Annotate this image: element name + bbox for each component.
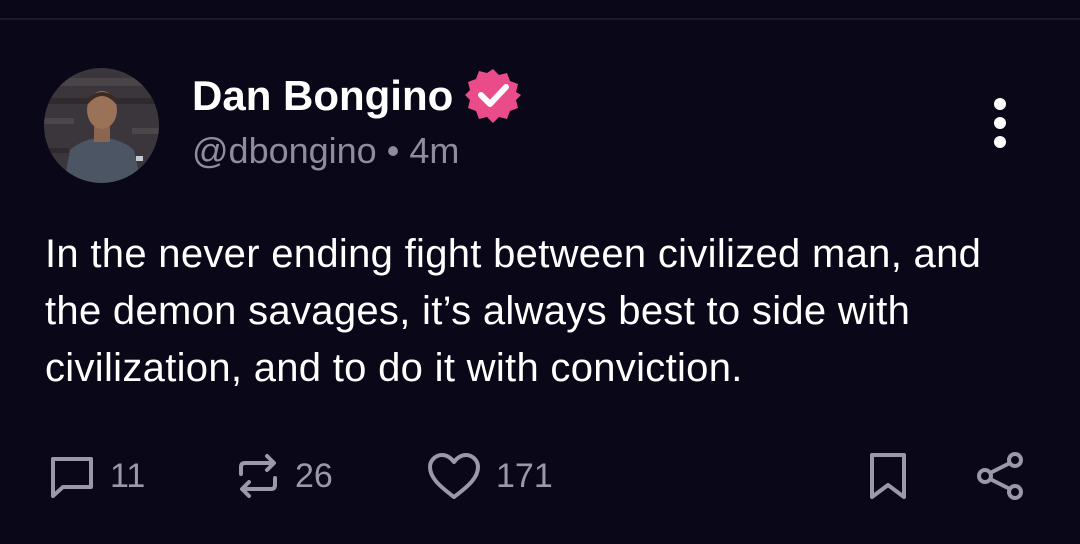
- repost-button[interactable]: 26: [235, 448, 333, 504]
- author-name[interactable]: Dan Bongino: [192, 70, 453, 122]
- repost-count: 26: [295, 457, 333, 495]
- post-card: Dan Bongino @dbongino • 4m In the never en…: [0, 0, 1080, 544]
- handle[interactable]: @dbongino: [192, 130, 377, 171]
- more-options-button[interactable]: [978, 96, 1022, 152]
- avatar-image: [44, 68, 159, 183]
- like-count: 171: [496, 457, 553, 495]
- comment-icon: [48, 452, 96, 500]
- verified-badge-icon: [465, 67, 521, 123]
- post-text: In the never ending fight between civili…: [45, 232, 982, 390]
- top-divider: [0, 18, 1080, 20]
- heart-icon: [426, 451, 482, 501]
- bookmark-button[interactable]: [866, 448, 910, 504]
- like-button[interactable]: 171: [426, 448, 553, 504]
- post-meta: @dbongino • 4m: [192, 128, 459, 174]
- timestamp[interactable]: 4m: [409, 130, 459, 171]
- more-vertical-icon: [994, 98, 1006, 148]
- repost-icon: [235, 452, 281, 500]
- share-button[interactable]: [974, 448, 1026, 504]
- bookmark-icon: [866, 451, 910, 501]
- reply-count: 11: [110, 457, 146, 495]
- reply-button[interactable]: 11: [48, 448, 145, 504]
- avatar[interactable]: [44, 68, 159, 183]
- share-icon: [974, 450, 1026, 502]
- meta-separator: •: [386, 130, 400, 171]
